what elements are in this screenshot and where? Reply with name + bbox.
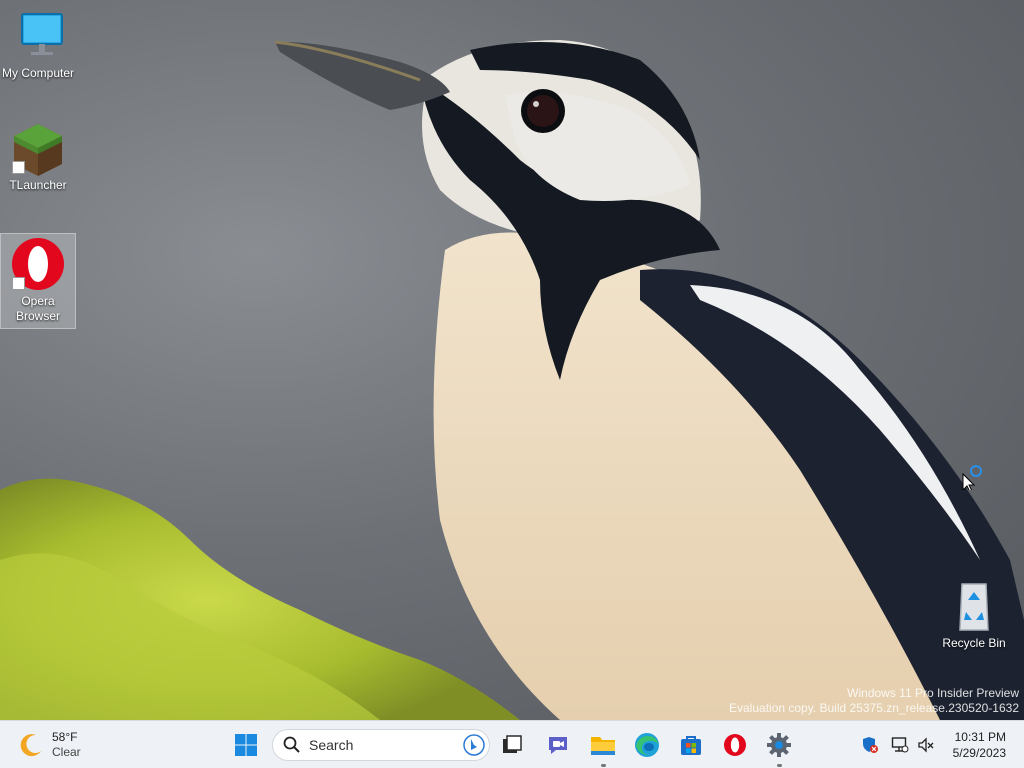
weather-condition: Clear xyxy=(52,745,81,759)
running-indicator xyxy=(777,764,782,767)
chat-button[interactable] xyxy=(540,727,576,763)
grass-block-icon xyxy=(10,120,66,176)
weather-widget[interactable]: 58°F Clear xyxy=(18,727,81,763)
recycle-bin-icon xyxy=(946,578,1002,634)
desktop-icon-opera-browser[interactable]: Opera Browser xyxy=(0,233,76,329)
watermark-build: Evaluation copy. Build 25375.zn_release.… xyxy=(729,701,1019,715)
network-icon xyxy=(891,737,909,753)
taskbar: 58°F Clear Search 10:31 PM 5/29/2023 xyxy=(0,720,1024,768)
system-clock[interactable]: 10:31 PM 5/29/2023 xyxy=(953,729,1006,761)
weather-temperature: 58°F xyxy=(52,730,78,744)
shortcut-arrow-icon xyxy=(12,161,25,174)
edge-button[interactable] xyxy=(629,727,665,763)
taskbar-search-box[interactable]: Search xyxy=(272,729,490,761)
store-icon xyxy=(681,736,701,755)
security-icon xyxy=(863,737,878,753)
desktop-icon-my-computer[interactable]: My Computer xyxy=(0,8,76,90)
security-tray-button[interactable] xyxy=(860,735,880,755)
desktop-icon-label: Recycle Bin xyxy=(942,636,1006,650)
settings-icon xyxy=(767,733,791,757)
file-explorer-button[interactable] xyxy=(585,727,621,767)
start-button[interactable] xyxy=(228,727,264,763)
opera-logo-icon xyxy=(10,236,66,292)
opera-icon xyxy=(724,734,746,756)
network-tray-button[interactable] xyxy=(890,735,910,755)
task-view-button[interactable] xyxy=(494,727,530,763)
file-explorer-icon xyxy=(591,737,615,755)
clock-time: 10:31 PM xyxy=(954,730,1006,744)
store-button[interactable] xyxy=(673,727,709,763)
watermark-edition: Windows 11 Pro Insider Preview xyxy=(847,686,1019,700)
search-icon xyxy=(283,736,300,753)
windows-watermark: Windows 11 Pro Insider Preview Evaluatio… xyxy=(729,686,1019,716)
start-icon xyxy=(235,734,257,756)
search-placeholder: Search xyxy=(309,737,354,753)
desktop-icon-label: My Computer xyxy=(1,66,75,80)
task-view-icon xyxy=(503,735,522,753)
desktop-icon-tlauncher[interactable]: TLauncher xyxy=(0,120,76,200)
volume-tray-button[interactable] xyxy=(916,735,936,755)
mouse-cursor xyxy=(962,464,984,493)
desktop-icon-label: TLauncher xyxy=(9,178,67,192)
volume-muted-icon xyxy=(918,737,934,753)
moon-icon xyxy=(20,734,41,757)
desktop-wallpaper xyxy=(0,0,1024,720)
edge-icon xyxy=(635,733,659,757)
clock-date: 5/29/2023 xyxy=(952,746,1006,760)
running-indicator xyxy=(601,764,606,767)
opera-button[interactable] xyxy=(717,727,753,763)
desktop-icon-label: Opera Browser xyxy=(15,294,60,323)
settings-button[interactable] xyxy=(761,727,797,767)
teams-chat-icon xyxy=(549,737,567,754)
bing-icon[interactable] xyxy=(463,734,485,756)
desktop-icon-recycle-bin[interactable]: Recycle Bin xyxy=(936,578,1012,658)
shortcut-arrow-icon xyxy=(12,277,25,290)
woodpecker-wallpaper-image xyxy=(0,40,1024,720)
monitor-icon xyxy=(10,8,66,64)
